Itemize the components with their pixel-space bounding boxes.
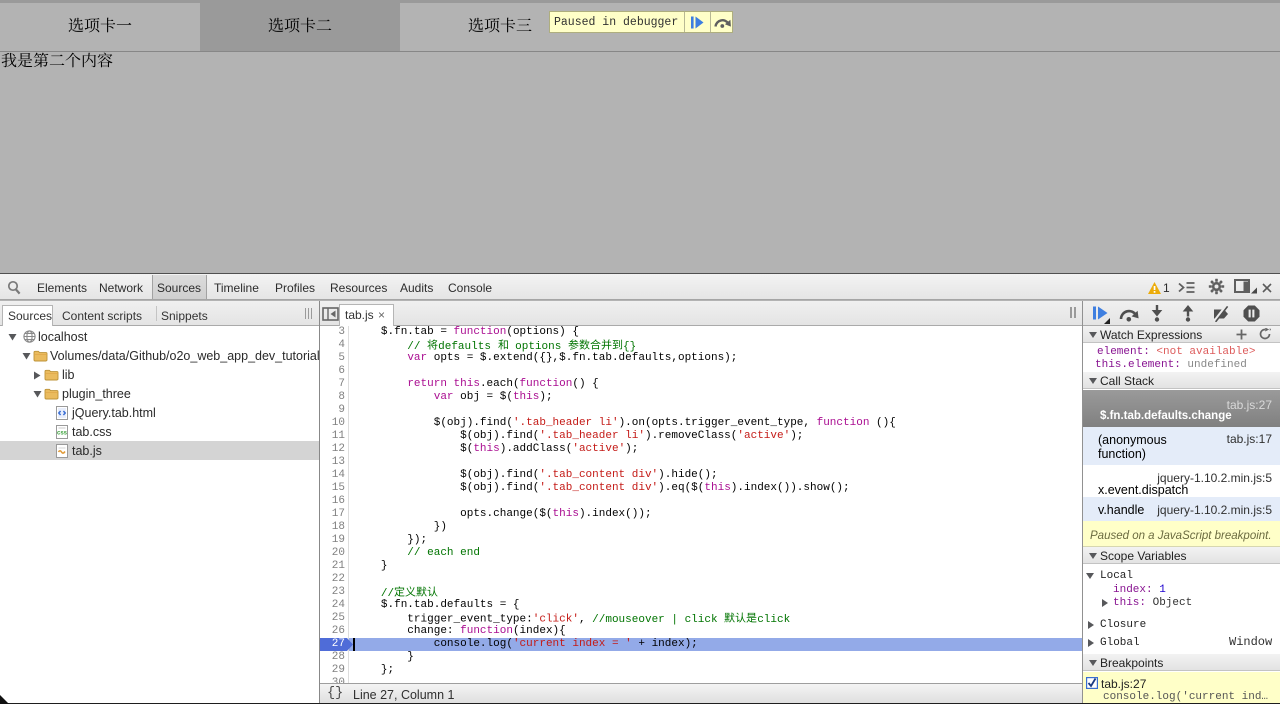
svg-text:css: css [57,431,68,437]
